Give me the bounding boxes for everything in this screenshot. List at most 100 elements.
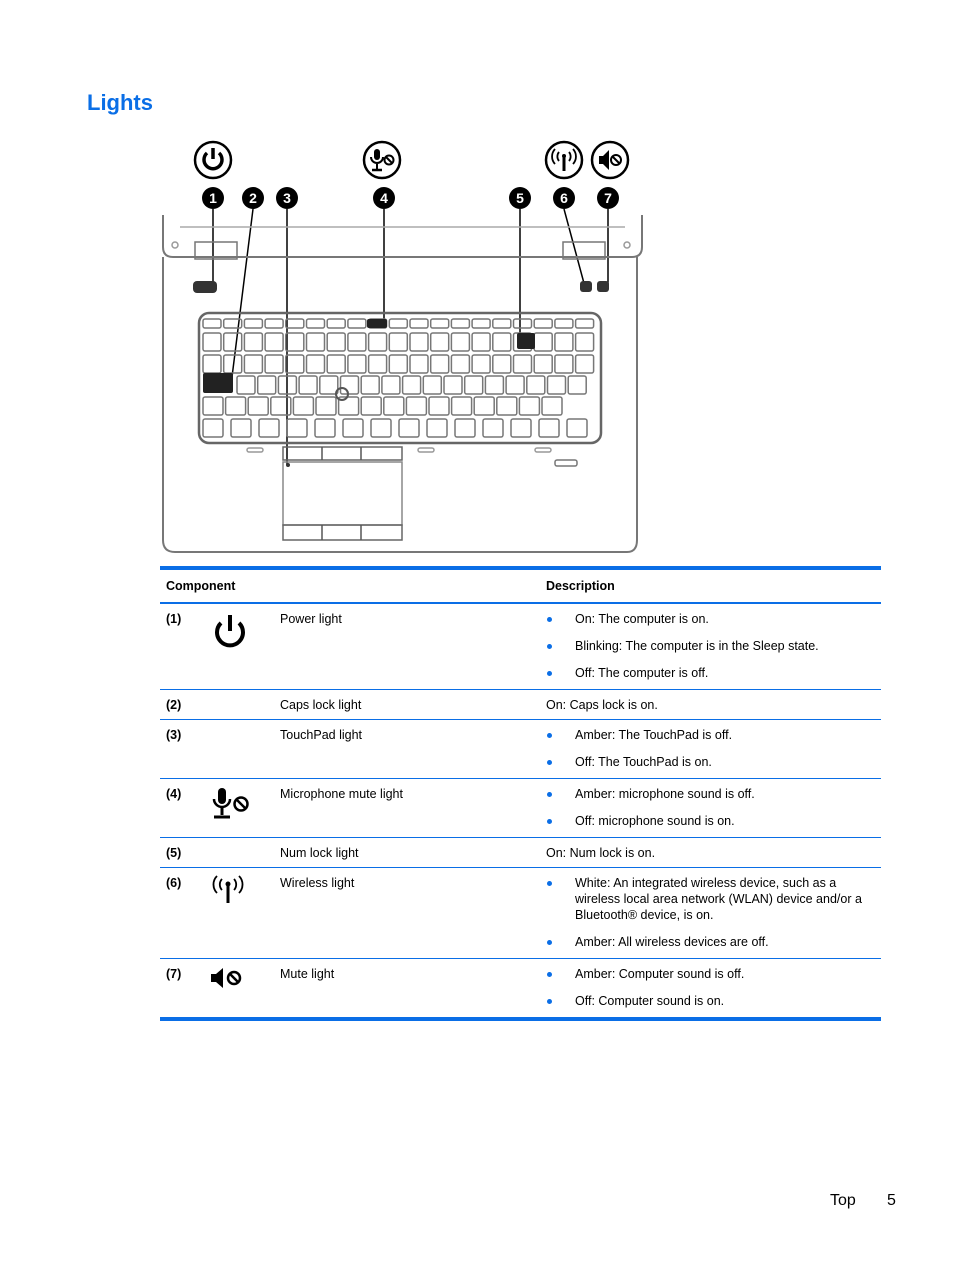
lights-table: Component Description (1) Power light On: … <box>160 566 881 1021</box>
table-header-row: Component Description <box>160 568 881 603</box>
description-text: Blinking: The computer is in the Sleep s… <box>575 639 819 653</box>
keyboard-key <box>429 354 450 374</box>
keyboard-key <box>428 396 450 416</box>
component-description: On: Caps lock is on. <box>540 690 881 720</box>
description-item: Off: The computer is off. <box>546 665 875 681</box>
table-row: (5) Num lock light On: Num lock is on. <box>160 838 881 868</box>
keyboard-key <box>370 418 392 438</box>
keyboard-key <box>305 354 326 374</box>
keyboard-key <box>574 318 595 329</box>
keyboard-key <box>342 418 364 438</box>
description-item: Amber: Computer sound is off. <box>546 966 875 982</box>
bullet-icon <box>547 671 552 676</box>
keyboard-key <box>422 375 443 395</box>
keyboard-key <box>471 318 491 329</box>
component-number: (7) <box>166 967 182 981</box>
description-text: Amber: The TouchPad is off. <box>575 728 733 742</box>
keyboard-key <box>243 332 264 352</box>
keyboard-key <box>285 332 305 352</box>
callout-label-5: 5 <box>516 190 524 206</box>
keyboard-key <box>405 396 428 416</box>
keyboard-key <box>409 318 429 329</box>
icon-cell-empty <box>202 690 274 720</box>
description-item: On: The computer is on. <box>546 611 875 627</box>
keyboard-key <box>554 318 574 329</box>
keyboard-key <box>533 354 553 374</box>
keyboard-key <box>202 354 222 374</box>
wireless-icon <box>544 140 584 180</box>
callout-label-6: 6 <box>560 190 568 206</box>
keyboard-key <box>388 354 409 374</box>
keyboard-key <box>347 332 367 352</box>
keyboard-key <box>443 375 463 395</box>
keyboard-key <box>286 418 308 438</box>
description-item: Off: microphone sound is on. <box>546 813 875 829</box>
description-text: Amber: microphone sound is off. <box>575 787 755 801</box>
component-description: On: The computer is on. Blinking: The com… <box>540 603 881 690</box>
component-description: White: An integrated wireless device, su… <box>540 868 881 959</box>
keyboard <box>197 311 603 445</box>
component-description: Amber: microphone sound is off. Off: micr… <box>540 779 881 838</box>
icon-cell-empty <box>202 720 274 779</box>
keyboard-key <box>471 354 491 374</box>
icon-cell-empty <box>202 838 274 868</box>
description-text: On: The computer is on. <box>575 612 709 626</box>
keyboard-key <box>450 354 471 374</box>
keyboard-key <box>243 318 264 329</box>
keyboard-key <box>541 396 563 416</box>
keyboard-key <box>567 375 587 395</box>
keyboard-key <box>314 418 336 438</box>
keyboard-key <box>518 396 541 416</box>
component-number: (6) <box>166 876 182 890</box>
keyboard-key <box>285 318 305 329</box>
component-name: Wireless light <box>280 876 355 890</box>
description-item: White: An integrated wireless device, su… <box>546 875 875 923</box>
power-icon <box>193 140 233 180</box>
keyboard-key <box>450 318 471 329</box>
laptop-top-view-figure: 1 2 3 4 5 6 7 <box>155 135 650 560</box>
component-number: (2) <box>166 698 182 712</box>
microphone-mute-icon <box>202 779 274 838</box>
keyboard-key <box>554 354 574 374</box>
keyboard-key <box>510 418 532 438</box>
keyboard-key <box>305 332 326 352</box>
description-text: Off: microphone sound is on. <box>575 814 735 828</box>
keyboard-key <box>450 396 473 416</box>
callout-markers <box>202 187 619 209</box>
callout-label-1: 1 <box>209 190 217 206</box>
table-row: (7) Mute light Amber: Computer sound is of… <box>160 959 881 1019</box>
keyboard-key <box>339 375 360 395</box>
description-text: Off: The TouchPad is on. <box>575 755 712 769</box>
callout-label-4: 4 <box>380 190 388 206</box>
bullet-icon <box>547 972 552 977</box>
keyboard-key <box>512 318 533 329</box>
table-row: (6) Wireless light White: An integrated wi… <box>160 868 881 959</box>
keyboard-key <box>202 332 222 352</box>
bullet-icon <box>547 644 552 649</box>
component-number: (3) <box>166 728 182 742</box>
keyboard-key <box>326 354 346 374</box>
description-text: Off: Computer sound is on. <box>575 994 725 1008</box>
bullet-icon <box>547 617 552 622</box>
keyboard-key <box>247 396 269 416</box>
keyboard-key <box>526 375 546 395</box>
keyboard-key <box>264 354 284 374</box>
description-item: Off: The TouchPad is on. <box>546 754 875 770</box>
keyboard-key <box>360 396 382 416</box>
keyboard-key <box>538 418 560 438</box>
keyboard-key <box>450 332 471 352</box>
description-text: Off: The computer is off. <box>575 666 709 680</box>
description-text: On: Num lock is on. <box>546 846 656 860</box>
bullet-icon <box>547 792 552 797</box>
footer-section-label: Top <box>830 1192 856 1209</box>
keyboard-key <box>270 396 292 416</box>
component-number: (4) <box>166 787 182 801</box>
keyboard-key <box>409 354 429 374</box>
keyboard-key <box>243 354 264 374</box>
keyboard-key <box>347 354 367 374</box>
keyboard-key <box>388 318 409 329</box>
keyboard-key <box>298 375 318 395</box>
callout-label-3: 3 <box>283 190 291 206</box>
keyboard-key <box>496 396 518 416</box>
table-row: (4) Microphone mute light Amber: microphon… <box>160 779 881 838</box>
